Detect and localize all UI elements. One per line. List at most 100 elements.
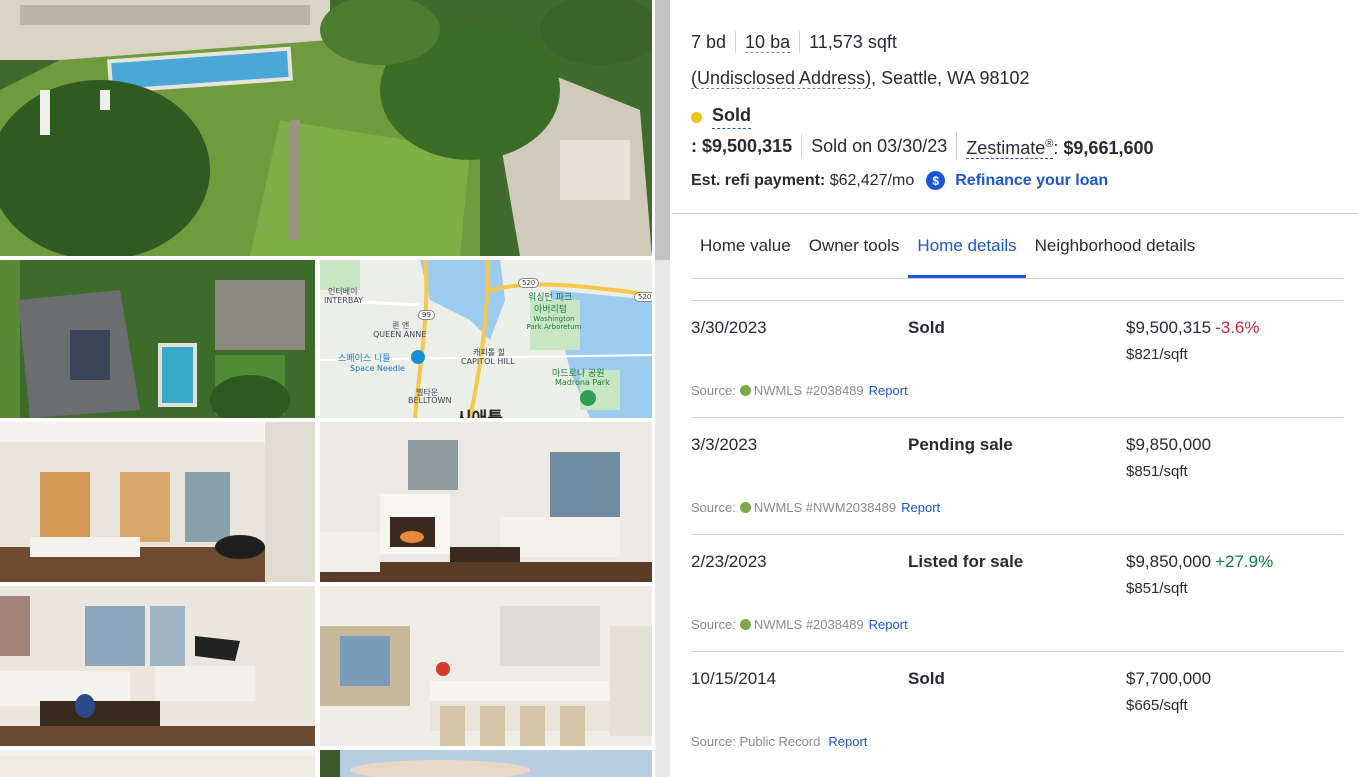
nwmls-icon [739, 502, 751, 513]
sold-date: Sold on 03/30/23 [801, 134, 956, 158]
table-row: 3/30/2023 Sold $9,500,315 -3.6% $821/sqft… [691, 300, 1343, 417]
report-link[interactable]: Report [901, 500, 940, 515]
photo-gallery: 인터베이 INTERBAY 퀸 앤 QUEEN ANNE 99 520 520 … [0, 0, 670, 777]
zestimate-value: $9,661,600 [1063, 138, 1154, 158]
aerial-topdown-photo[interactable] [0, 260, 315, 418]
report-link[interactable]: Report [869, 383, 908, 398]
map-label-queen-anne: QUEEN ANNE [373, 330, 427, 339]
history-price: $7,700,000 [1126, 669, 1211, 689]
exterior-photo-5[interactable] [320, 750, 652, 777]
refi-label: Est. refi payment: [691, 171, 826, 189]
undisclosed-address-link[interactable]: (Undisclosed Address) [691, 68, 872, 89]
zestimate-colon: : [1053, 138, 1059, 158]
history-source: Source: NWMLS #2038489 Report [691, 383, 908, 398]
history-price: $9,850,000 +27.9% [1126, 552, 1273, 572]
table-row: 3/3/2023 Pending sale $9,850,000 $851/sq… [691, 417, 1343, 534]
history-source-value: NWMLS #2038489 [753, 383, 864, 398]
report-link[interactable]: Report [869, 617, 908, 632]
map-label-arboretum-ko: 아버리텀 [534, 305, 568, 315]
baths-count-label: 10 ba [745, 32, 791, 53]
sqft-value: 11,573 sqft [799, 31, 906, 53]
map-label-space-needle-ko: 스페이스 니들 [338, 354, 391, 364]
home-facts: 7 bd 10 ba 11,573 sqft [691, 31, 906, 53]
history-date: 3/3/2023 [691, 435, 758, 454]
history-source: Source: NWMLS #NWM2038489 Report [691, 500, 940, 515]
nwmls-icon [739, 619, 751, 630]
route-520-badge-east: 520 [634, 292, 652, 302]
history-date: 2/23/2023 [691, 552, 767, 571]
table-row: 2/23/2023 Listed for sale $9,850,000 +27.… [691, 534, 1343, 651]
history-source-value: NWMLS #NWM2038489 [753, 500, 897, 515]
detail-tabs: Home value Owner tools Home details Neig… [691, 214, 1204, 278]
status-label[interactable]: Sold [712, 105, 751, 129]
history-source: Source: NWMLS #2038489 Report [691, 617, 908, 632]
history-event: Pending sale [908, 435, 1013, 454]
history-source-label: Source: [691, 734, 736, 749]
zestimate-link[interactable]: Zestimate® [966, 138, 1054, 159]
map-label-washington-park: Washington Park Arboretum [526, 315, 582, 331]
sold-status-dot-icon [691, 111, 702, 123]
tab-home-value[interactable]: Home value [691, 214, 800, 278]
tab-home-details[interactable]: Home details [908, 214, 1026, 278]
refi-value: $62,427/mo [829, 171, 915, 189]
history-price-per-sqft: $821/sqft [1126, 346, 1188, 363]
map-label-madrona: Madrona Park [555, 378, 610, 387]
route-99-badge: 99 [418, 310, 435, 320]
history-price-value: $7,700,000 [1126, 669, 1212, 688]
map-label-interbay: INTERBAY [324, 296, 364, 305]
zestimate-label: Zestimate [966, 138, 1046, 158]
address: (Undisclosed Address), Seattle, WA 98102 [691, 68, 1030, 89]
map-thumbnail[interactable]: 인터베이 INTERBAY 퀸 앤 QUEEN ANNE 99 520 520 … [320, 260, 652, 418]
history-price-change: -3.6% [1215, 318, 1260, 337]
home-status: Sold [691, 105, 751, 129]
history-source-value: Public Record [739, 734, 821, 749]
interior-photo-4[interactable] [0, 750, 315, 777]
tab-neighborhood-details[interactable]: Neighborhood details [1026, 214, 1205, 278]
history-price: $9,500,315 -3.6% [1126, 318, 1260, 338]
history-event: Sold [908, 669, 945, 688]
route-520-badge: 520 [518, 278, 540, 288]
history-price-value: $9,850,000 [1126, 435, 1212, 454]
history-price-value: $9,850,000 [1126, 552, 1212, 571]
history-date: 10/15/2014 [691, 669, 777, 688]
history-source-label: Source: [691, 500, 736, 515]
history-source: Source: Public Record Report [691, 734, 867, 749]
history-price: $9,850,000 [1126, 435, 1211, 455]
table-row: 10/15/2014 Sold $7,700,000 $665/sqft Sou… [691, 651, 1343, 768]
history-price-per-sqft: $851/sqft [1126, 463, 1188, 480]
living-room-photo-1[interactable] [0, 422, 315, 582]
dollar-icon: $ [926, 171, 946, 190]
history-price-per-sqft: $851/sqft [1126, 580, 1188, 597]
address-city-state-zip: , Seattle, WA 98102 [871, 68, 1030, 88]
living-room-photo-3[interactable] [0, 586, 315, 746]
history-source-label: Source: [691, 617, 736, 632]
sold-price-prefix: : [691, 136, 697, 156]
history-event: Listed for sale [908, 552, 1024, 571]
history-date: 3/30/2023 [691, 318, 767, 337]
kitchen-photo[interactable] [320, 586, 652, 746]
sold-price: : $9,500,315 [691, 134, 801, 158]
details-panel: 7 bd 10 ba 11,573 sqft (Undisclosed Addr… [672, 0, 1358, 777]
history-source-value: NWMLS #2038489 [753, 617, 864, 632]
zestimate: Zestimate®: $9,661,600 [956, 132, 1162, 160]
history-source-label: Source: [691, 383, 736, 398]
history-price-change: +27.9% [1215, 552, 1274, 571]
refi-row: Est. refi payment: $62,427/mo $ Refinanc… [691, 171, 1108, 190]
gallery-scrollbar-thumb[interactable] [655, 0, 670, 260]
nwmls-icon [739, 385, 751, 396]
living-room-photo-2[interactable] [320, 422, 652, 582]
baths-count[interactable]: 10 ba [735, 31, 799, 53]
history-price-per-sqft: $665/sqft [1126, 697, 1188, 714]
hero-photo[interactable] [0, 0, 652, 256]
tabs-underline [691, 278, 1343, 279]
map-label-belltown: BELLTOWN [408, 396, 452, 405]
refinance-link[interactable]: Refinance your loan [955, 172, 1108, 190]
history-event: Sold [908, 318, 945, 337]
tab-owner-tools[interactable]: Owner tools [800, 214, 909, 278]
sold-price-value: $9,500,315 [702, 136, 793, 156]
map-label-capitol-hill: CAPITOL HILL [461, 357, 515, 366]
price-row: : $9,500,315 Sold on 03/30/23 Zestimate®… [691, 132, 1163, 160]
report-link[interactable]: Report [828, 734, 867, 749]
price-history-table: 3/30/2023 Sold $9,500,315 -3.6% $821/sqft… [691, 300, 1343, 768]
history-price-value: $9,500,315 [1126, 318, 1212, 337]
